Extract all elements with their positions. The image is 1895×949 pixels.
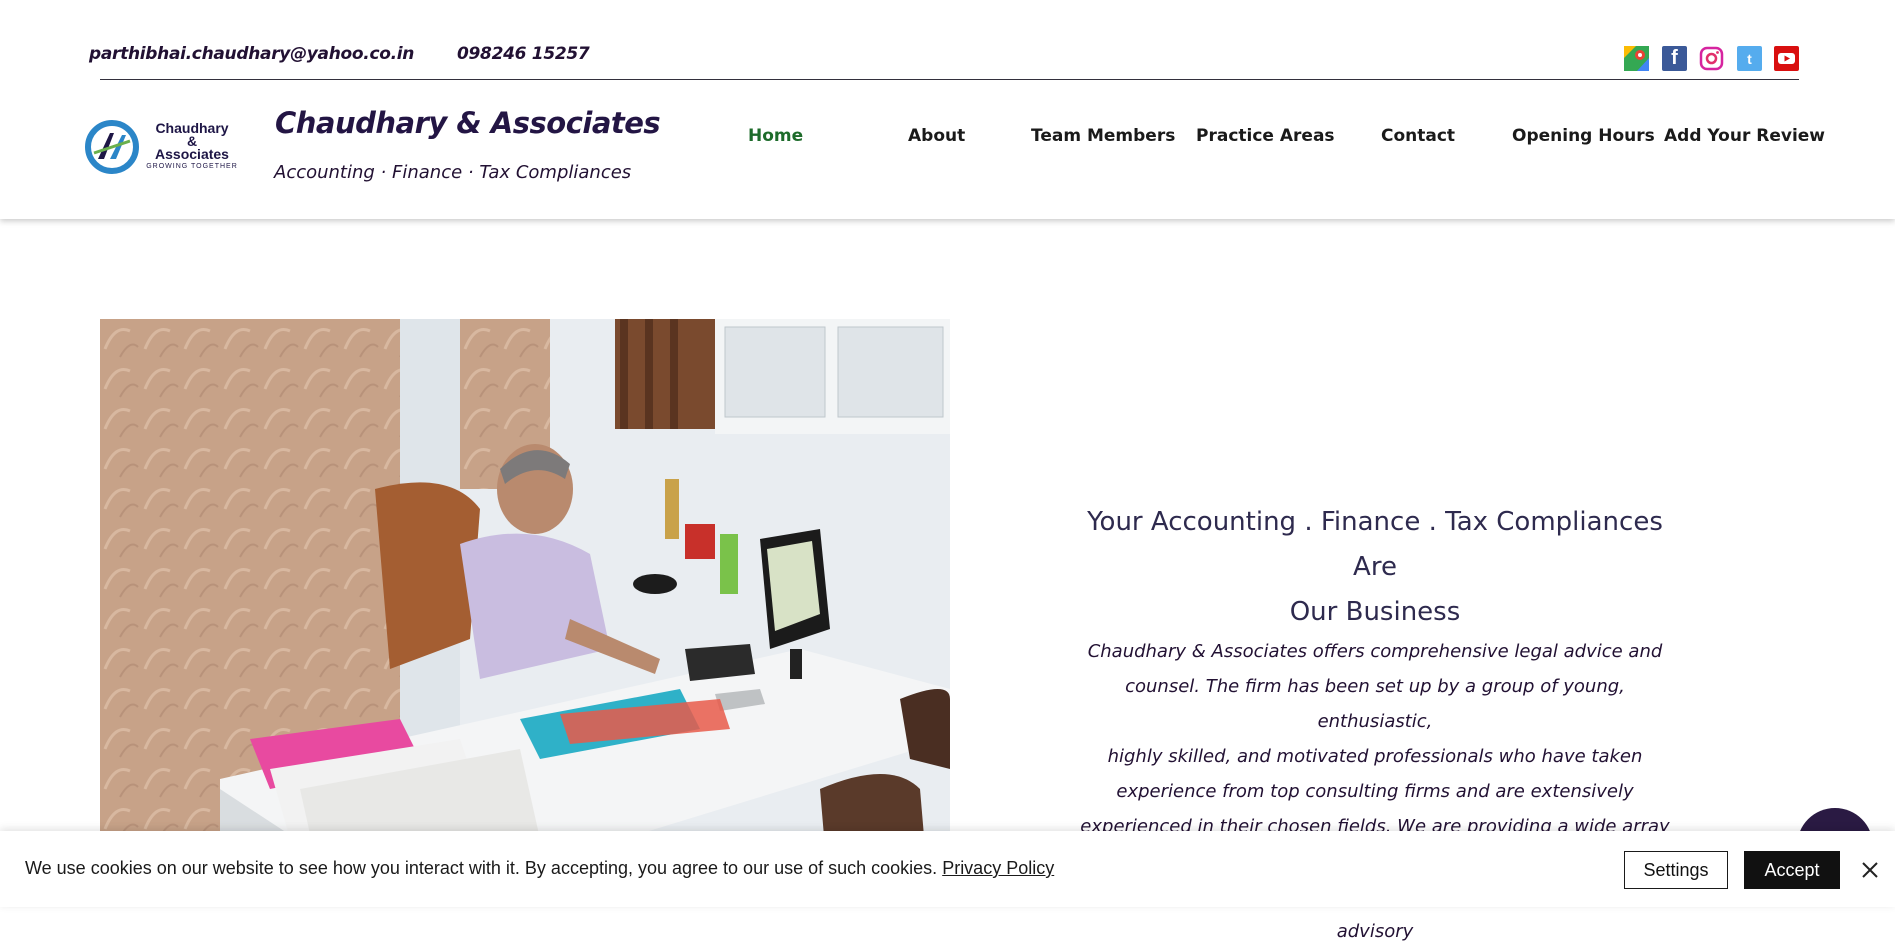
close-icon[interactable]	[1858, 858, 1882, 882]
facebook-icon[interactable]: f	[1662, 46, 1687, 71]
company-logo[interactable]: Chaudhary & Associates GROWING TOGETHER	[84, 116, 246, 176]
cookie-settings-button[interactable]: Settings	[1624, 851, 1728, 889]
logo-line-3: Associates	[155, 146, 229, 162]
header-divider	[100, 79, 1799, 80]
google-maps-icon[interactable]	[1624, 46, 1649, 71]
contact-email[interactable]: parthibhai.chaudhary@yahoo.co.in	[89, 44, 414, 64]
twitter-icon[interactable]: t	[1737, 46, 1762, 71]
logo-line-4: GROWING TOGETHER	[146, 163, 238, 170]
hero-paragraph-line: Chaudhary & Associates offers comprehens…	[1087, 641, 1663, 662]
nav-team-members[interactable]: Team Members	[1031, 126, 1175, 146]
instagram-icon[interactable]	[1699, 46, 1724, 71]
site-header: parthibhai.chaudhary@yahoo.co.in 098246 …	[0, 0, 1895, 219]
nav-home[interactable]: Home	[748, 126, 803, 146]
logo-emblem-icon	[85, 120, 139, 174]
hero-headline: Your Accounting . Finance . Tax Complian…	[1070, 500, 1680, 635]
nav-contact[interactable]: Contact	[1381, 126, 1455, 146]
contact-phone[interactable]: 098246 15257	[457, 44, 590, 64]
office-photo	[100, 319, 950, 907]
cookie-message: We use cookies on our website to see how…	[25, 858, 1054, 879]
hero-paragraph-line: experience from top consulting firms and…	[1116, 781, 1634, 802]
hero-headline-line-2: Our Business	[1289, 597, 1461, 627]
privacy-policy-link[interactable]: Privacy Policy	[942, 858, 1054, 878]
nav-add-your-review[interactable]: Add Your Review	[1664, 126, 1825, 146]
cookie-accept-button[interactable]: Accept	[1744, 851, 1840, 889]
cookie-banner: We use cookies on our website to see how…	[0, 831, 1895, 907]
youtube-icon[interactable]	[1774, 46, 1799, 71]
hero-paragraph-line: highly skilled, and motivated profession…	[1107, 746, 1643, 767]
brand-name[interactable]: Chaudhary & Associates	[275, 106, 661, 140]
nav-practice-areas[interactable]: Practice Areas	[1196, 126, 1335, 146]
brand-tagline: Accounting · Finance · Tax Compliances	[274, 162, 632, 183]
nav-about[interactable]: About	[908, 126, 965, 146]
hero-headline-line-1: Your Accounting . Finance . Tax Complian…	[1087, 507, 1663, 582]
cookie-text: We use cookies on our website to see how…	[25, 858, 938, 878]
nav-opening-hours[interactable]: Opening Hours	[1512, 126, 1655, 146]
hero-paragraph-line: counsel. The firm has been set up by a g…	[1125, 676, 1625, 732]
